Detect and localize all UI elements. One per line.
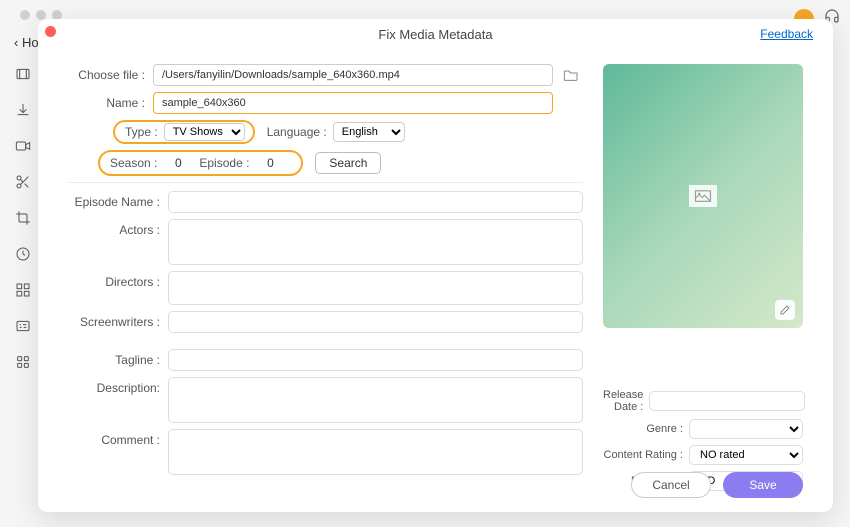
actors-input[interactable] [168,219,583,265]
comment-label: Comment : [68,429,168,447]
cancel-button[interactable]: Cancel [631,472,711,498]
sidebar-compress-icon[interactable] [14,245,32,263]
name-label: Name : [68,96,153,110]
feedback-link[interactable]: Feedback [760,27,813,41]
episode-label: Episode : [199,156,249,170]
directors-input[interactable] [168,271,583,305]
season-episode-group: Season : Episode : [98,150,303,176]
sidebar-subtitle-icon[interactable] [14,317,32,335]
back-nav[interactable]: ‹ Ho [14,35,39,50]
name-input[interactable] [153,92,553,114]
modal-footer: Cancel Save [631,472,803,498]
genre-label: Genre : [603,423,689,435]
language-label: Language : [267,125,327,139]
modal-title: Fix Media Metadata [38,19,833,50]
screenwriters-input[interactable] [168,311,583,333]
tagline-label: Tagline : [68,349,168,367]
traffic-dot [20,10,30,20]
sidebar-convert-icon[interactable] [14,65,32,83]
season-input[interactable] [163,156,193,170]
folder-icon[interactable] [559,64,583,86]
sidebar-video-icon[interactable] [14,137,32,155]
close-icon[interactable] [45,26,56,37]
divider [68,182,583,183]
type-label: Type : [125,125,158,139]
content-rating-label: Content Rating : [603,449,689,461]
type-select[interactable]: TV Shows [164,123,245,141]
tagline-input[interactable] [168,349,583,371]
screenwriters-label: Screenwriters : [68,311,168,329]
choose-file-input[interactable] [153,64,553,86]
type-group: Type : TV Shows [113,120,255,144]
comment-input[interactable] [168,429,583,475]
poster-preview [603,64,803,328]
description-input[interactable] [168,377,583,423]
season-label: Season : [110,156,157,170]
release-date-input[interactable] [649,391,805,411]
sidebar-merge-icon[interactable] [14,281,32,299]
choose-file-label: Choose file : [68,68,153,82]
description-label: Description: [68,377,168,395]
directors-label: Directors : [68,271,168,289]
sidebar-apps-icon[interactable] [14,353,32,371]
sidebar-crop-icon[interactable] [14,209,32,227]
genre-select[interactable] [689,419,803,439]
image-placeholder-icon [689,185,717,207]
content-rating-select[interactable]: NO rated [689,445,803,465]
sidebar-download-icon[interactable] [14,101,32,119]
episode-input[interactable] [255,156,285,170]
language-select[interactable]: English [333,122,405,142]
release-date-label: Release Date : [603,389,649,413]
metadata-modal: Fix Media Metadata Feedback Choose file … [38,19,833,512]
episode-name-input[interactable] [168,191,583,213]
episode-name-label: Episode Name : [68,191,168,209]
sidebar-cut-icon[interactable] [14,173,32,191]
edit-poster-icon[interactable] [775,300,795,320]
actors-label: Actors : [68,219,168,237]
search-button[interactable]: Search [315,152,381,174]
save-button[interactable]: Save [723,472,803,498]
